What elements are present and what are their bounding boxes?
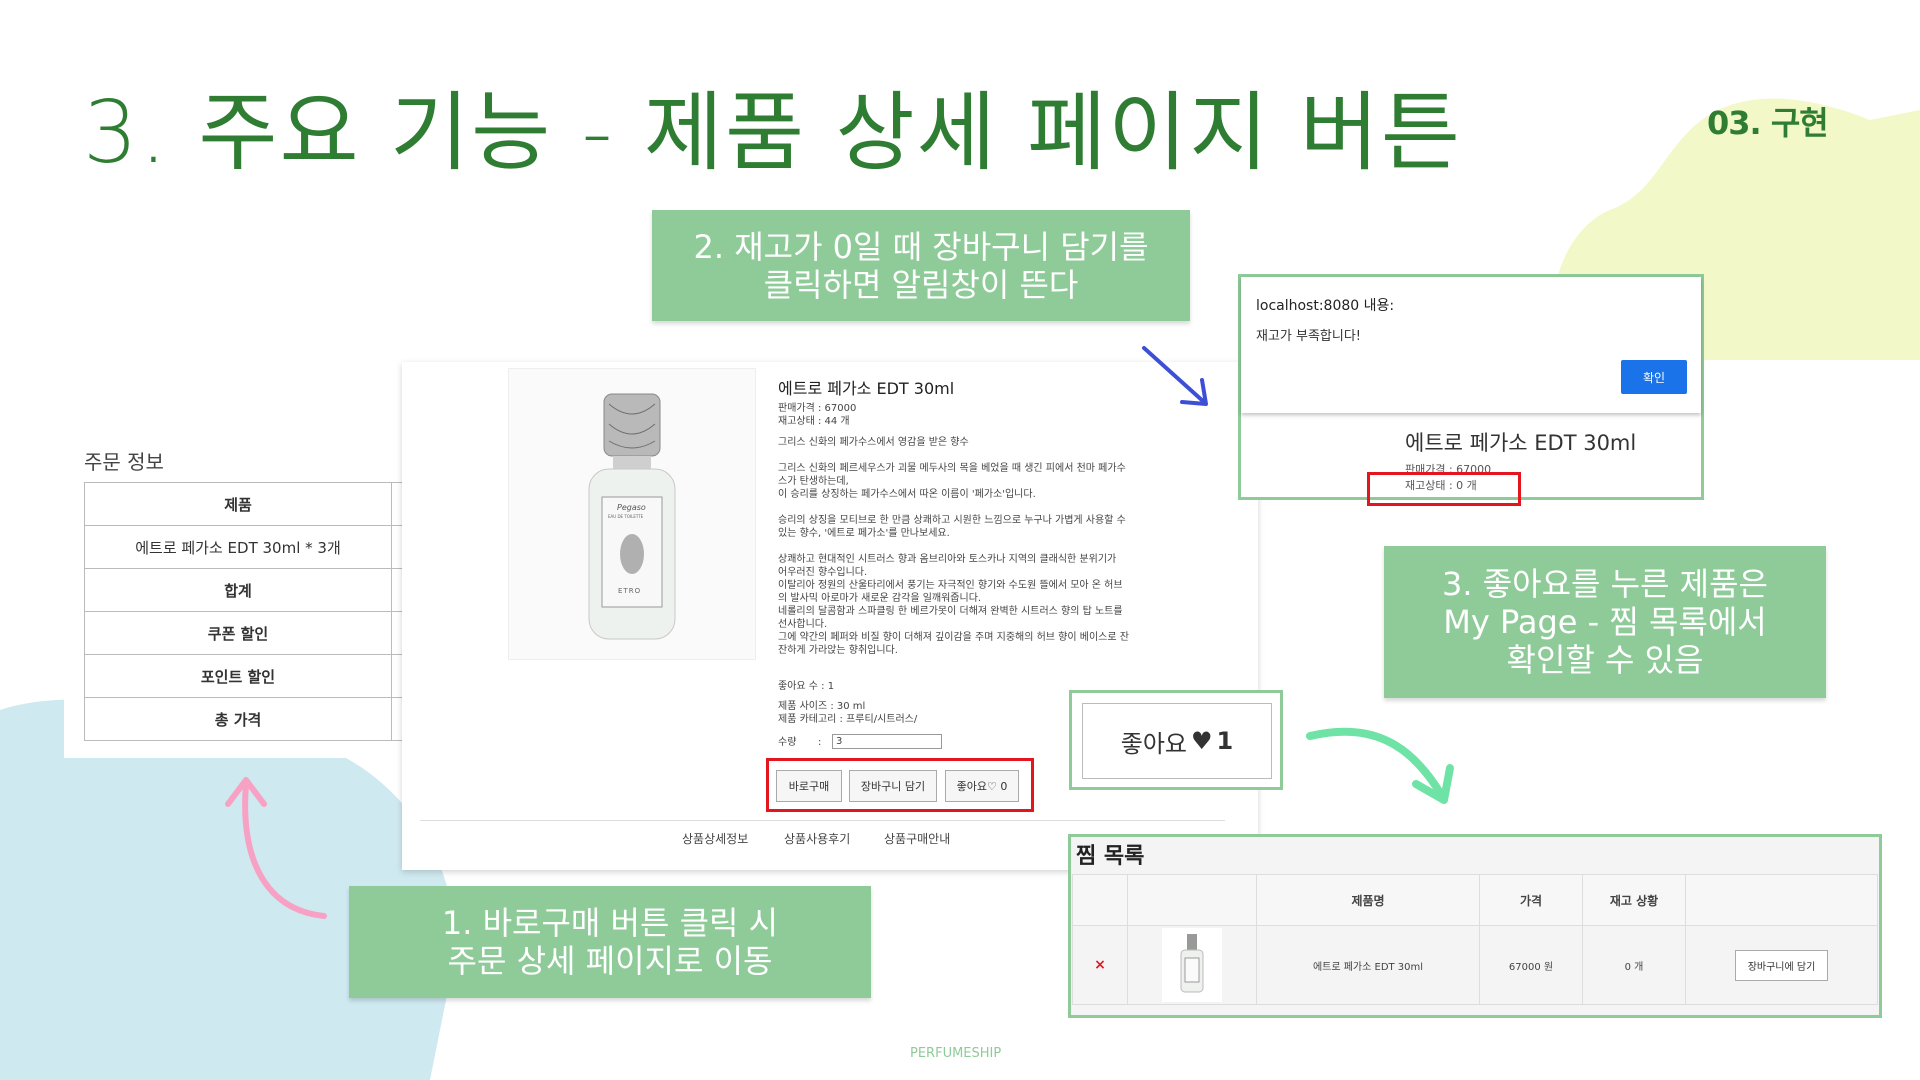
size-line: 제품 사이즈 : 30 ml [778, 701, 866, 712]
column-header: 제품명 [1256, 874, 1480, 926]
desc-line: 어우러진 향수입니다. [778, 567, 868, 578]
callout-wishlist: 3. 좋아요를 누른 제품은 My Page - 찜 목록에서 확인할 수 있음 [1384, 546, 1826, 698]
delete-cell: × [1072, 925, 1128, 1005]
desc-line: 이탈리아 정원의 산울타리에서 풍기는 자극적인 향기와 수도원 뜰에서 모아 … [778, 580, 1123, 591]
like-count-line: 좋아요 수 : 1 [778, 681, 835, 692]
heart-icon: ♥ [1191, 727, 1213, 755]
perfume-thumbnail-icon [1162, 928, 1222, 1002]
arrow-mint-icon [1306, 727, 1454, 804]
product-name-cell: 에트로 페가소 EDT 30ml [1256, 925, 1480, 1005]
bottle-sub: EAU DE TOILETTE [608, 514, 644, 519]
price-cell: 67000 원 [1479, 925, 1583, 1005]
arrow-pink-icon [225, 777, 327, 919]
footer-brand: PERFUMESHIP [910, 1046, 1002, 1061]
desc-line [778, 501, 1146, 514]
quantity-input[interactable]: 3 [832, 734, 942, 749]
product-image: Pegaso EAU DE TOILETTE ETRO [508, 368, 756, 660]
stock-line: 재고상태 : 44 개 [778, 416, 850, 427]
order-info-title: 주문 정보 [84, 450, 164, 474]
tab-purchase-guide[interactable]: 상품구매안내 [884, 830, 950, 847]
desc-line: 그리스 신화의 페르세우스가 괴물 메두사의 목을 베었을 때 생긴 피에서 천… [778, 463, 1126, 474]
table-header-row: 제품명 가격 재고 상황 [1072, 874, 1878, 926]
quantity-colon: : [818, 737, 822, 748]
tab-product-detail[interactable]: 상품상세정보 [682, 830, 748, 847]
callout-buy-now: 1. 바로구매 버튼 클릭 시 주문 상세 페이지로 이동 [349, 886, 871, 998]
column-header: 가격 [1479, 874, 1583, 926]
desc-line: 스가 탄생하는데, [778, 476, 849, 487]
desc-line: 네롤리의 달콤함과 스파클링 한 베르가못이 더해져 완벽한 시트러스 향의 탑… [778, 606, 1123, 617]
desc-line: 승리의 상징을 모티브로 한 만큼 상쾌하고 시원한 느낌으로 누구나 가볍게 … [778, 515, 1126, 526]
callout-line: My Page - 찜 목록에서 [1443, 603, 1767, 641]
desc-line: 상쾌하고 현대적인 시트러스 향과 옴브리아와 토스카나 지역의 클래식한 분위… [778, 554, 1117, 565]
like-button-screenshot: 좋아요 ♥ 1 [1069, 690, 1283, 790]
callout-line: 확인할 수 있음 [1506, 641, 1704, 679]
desc-line: 의 발사믹 아로마가 새로운 감각을 일깨워줍니다. [778, 593, 982, 604]
section-tag: 03. 구현 [1707, 104, 1829, 142]
desc-line [778, 449, 1146, 462]
add-to-cart-button[interactable]: 장바구니에 담기 [1734, 949, 1829, 981]
desc-line: 잔하게 가라앉는 향취입니다. [778, 645, 898, 656]
thumbnail-cell [1127, 925, 1257, 1005]
label-cell: 쿠폰 할인 [84, 611, 392, 655]
like-count: 1 [1216, 727, 1234, 755]
bottle-brand: ETRO [618, 587, 642, 595]
callout-line: 3. 좋아요를 누른 제품은 [1441, 565, 1768, 603]
column-header [1072, 874, 1128, 926]
callout-line: 주문 상세 페이지로 이동 [447, 942, 773, 980]
desc-line: 있는 향수, '에트로 페가소'를 만나보세요. [778, 528, 950, 539]
column-header [1127, 874, 1257, 926]
delete-icon[interactable]: × [1094, 957, 1106, 973]
callout-line: 1. 바로구매 버튼 클릭 시 [441, 904, 779, 942]
alert-dialog: localhost:8080 내용: 재고가 부족합니다! 확인 [1241, 277, 1701, 413]
highlight-stock [1367, 472, 1521, 506]
action-cell: 장바구니에 담기 [1685, 925, 1878, 1005]
product-cell: 에트로 페가소 EDT 30ml * 3개 [84, 525, 392, 569]
alert-title: localhost:8080 내용: [1256, 298, 1395, 314]
callout-line: 클릭하면 알림창이 뜬다 [763, 265, 1079, 304]
like-label: 좋아요 [1120, 729, 1188, 758]
callout-cart-alert: 2. 재고가 0일 때 장바구니 담기를 클릭하면 알림창이 뜬다 [652, 210, 1190, 321]
desc-line: 그리스 신화의 페가수스에서 영감을 받은 향수 [778, 437, 969, 448]
alert-message: 재고가 부족합니다! [1256, 329, 1362, 344]
alert-ok-button[interactable]: 확인 [1621, 360, 1687, 394]
column-header [1685, 874, 1878, 926]
wishlist-table: 제품명 가격 재고 상황 × 에트로 페가소 EDT 30ml 67000 원 … [1072, 874, 1878, 1005]
tab-product-review[interactable]: 상품사용후기 [784, 830, 850, 847]
wishlist-title: 찜 목록 [1076, 844, 1145, 869]
desc-line: 선사합니다. [778, 619, 828, 630]
column-header: 재고 상황 [1582, 874, 1686, 926]
label-cell: 합계 [84, 568, 392, 612]
price-line: 판매가격 : 67000 [778, 403, 857, 414]
bottle-label: Pegaso [617, 503, 646, 512]
column-header: 제품 [84, 482, 392, 526]
label-cell: 총 가격 [84, 697, 392, 741]
label-cell: 포인트 할인 [84, 654, 392, 698]
tab-bar-divider [420, 820, 1225, 821]
desc-line: 그에 약간의 페퍼와 비질 향이 더해져 깊이감을 주며 지중해의 허브 향이 … [778, 632, 1129, 643]
product-description: 그리스 신화의 페가수스에서 영감을 받은 향수 그리스 신화의 페르세우스가 … [778, 436, 1146, 657]
alert-bg-product-name: 에트로 페가소 EDT 30ml [1405, 431, 1637, 455]
slide-title: 3. 주요 기능 - 제품 상세 페이지 버튼 [83, 83, 1463, 183]
callout-line: 2. 재고가 0일 때 장바구니 담기를 [693, 227, 1149, 266]
liked-button[interactable]: 좋아요 ♥ 1 [1082, 703, 1272, 779]
desc-line [778, 540, 1146, 553]
table-row: × 에트로 페가소 EDT 30ml 67000 원 0 개 장바구니에 담기 [1072, 925, 1878, 1005]
category-line: 제품 카테고리 : 프루티/시트러스/ [778, 714, 918, 725]
product-name: 에트로 페가소 EDT 30ml [778, 379, 955, 398]
quantity-label: 수량 [778, 737, 797, 748]
alert-screenshot: localhost:8080 내용: 재고가 부족합니다! 확인 에트로 페가소… [1238, 274, 1704, 500]
stock-cell: 0 개 [1582, 925, 1686, 1005]
highlight-buttons [766, 758, 1034, 812]
arrow-blue-icon [1142, 346, 1208, 406]
desc-line: 이 승리를 상징하는 페가수스에서 따온 이름이 '페가소'입니다. [778, 489, 1036, 500]
